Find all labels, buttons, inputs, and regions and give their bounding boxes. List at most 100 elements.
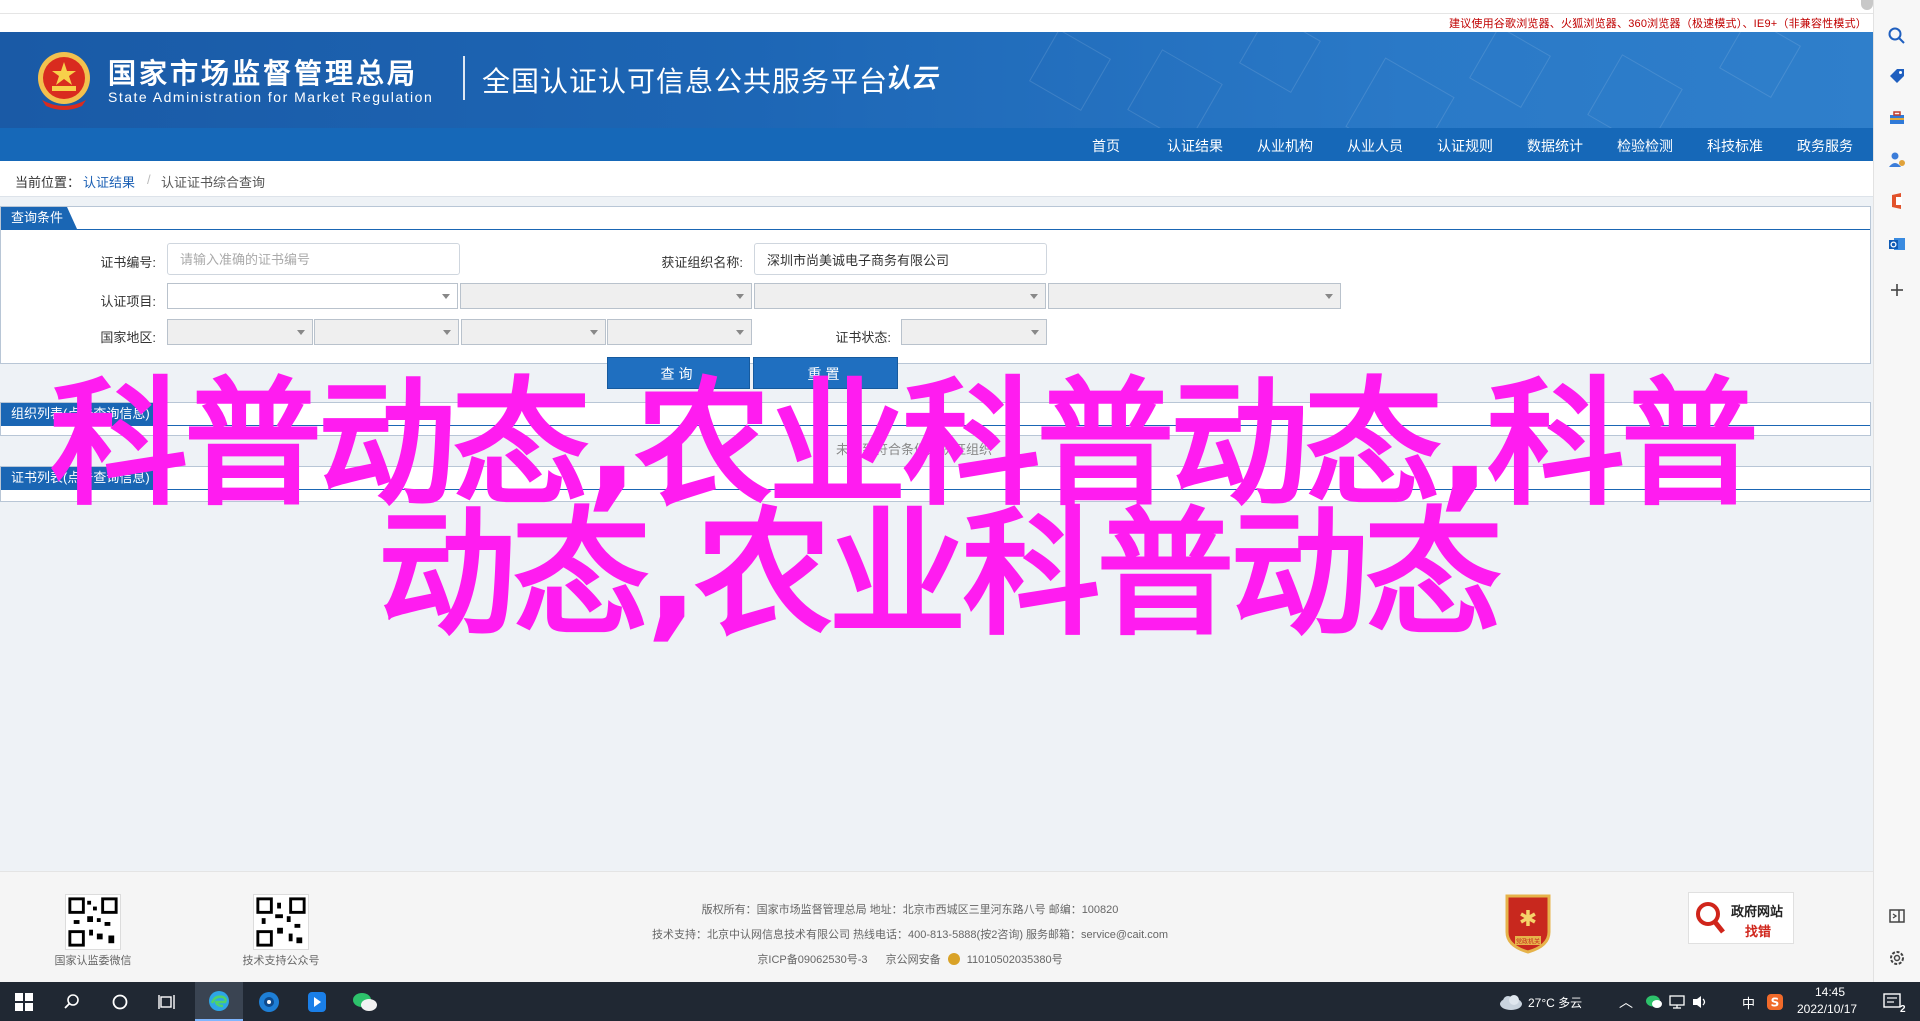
panel-rule	[1, 229, 1870, 230]
edge-browser-icon	[209, 990, 229, 1011]
taskbar-app-2[interactable]	[245, 982, 293, 1021]
tray-expand-icon[interactable]: ︿	[1619, 992, 1633, 1012]
org-name-label: 获证组织名称:	[661, 255, 743, 270]
nav-item-gov-services[interactable]: 政务服务	[1797, 136, 1853, 156]
wechat-tray-icon[interactable]	[1645, 994, 1663, 1010]
decorative-hexagon	[1469, 32, 1551, 108]
scrollbar-cap[interactable]	[1861, 0, 1873, 10]
nav-item-cert-rules[interactable]: 认证规则	[1437, 136, 1493, 156]
weather-text[interactable]: 27°C 多云	[1528, 994, 1582, 1011]
qr-left-caption: 国家认监委微信	[54, 955, 132, 967]
site-footer: 国家认监委微信 技术支持公众号 版权所有：国家市场监督管理总局 地址：北京市西城…	[0, 871, 1873, 982]
cert-list-panel-tab: 证书列表(点击查询信息)	[1, 467, 164, 489]
taskbar-edge-app[interactable]	[195, 982, 243, 1021]
nav-item-institutions[interactable]: 从业机构	[1257, 136, 1313, 156]
ime-indicator[interactable]: 中	[1742, 993, 1755, 1012]
svg-text:✱: ✱	[1519, 907, 1537, 932]
svg-text:S: S	[1771, 996, 1780, 1010]
nav-item-inspection[interactable]: 检验检测	[1617, 136, 1673, 156]
icp-link[interactable]: 京ICP备09062530号-3	[757, 954, 867, 966]
notification-count-badge: 2	[1900, 1004, 1906, 1015]
add-icon[interactable]	[1887, 280, 1907, 300]
site-header-banner: 国家市场监督管理总局 State Administration for Mark…	[0, 32, 1873, 128]
network-icon[interactable]	[1668, 994, 1686, 1010]
org-name-input[interactable]	[754, 243, 1047, 275]
windows-logo-icon	[15, 992, 33, 1011]
breadcrumb-link-cert-results[interactable]: 认证结果	[83, 172, 135, 191]
gov-badge-line1: 政府网站	[1731, 904, 1784, 919]
police-link[interactable]: 11010502035380号	[967, 954, 1063, 966]
tag-icon[interactable]	[1887, 66, 1907, 86]
cert-status-label: 证书状态:	[835, 330, 891, 345]
platform-logo: 认云	[885, 64, 938, 94]
cert-item-select-2[interactable]	[460, 283, 752, 309]
breadcrumb-separator: /	[147, 172, 151, 187]
search-icon[interactable]	[1887, 26, 1907, 46]
chevron-down-icon	[443, 330, 451, 335]
person-icon[interactable]	[1887, 150, 1907, 170]
gov-site-error-badge[interactable]: 政府网站 找错	[1688, 892, 1794, 944]
region-select-4[interactable]	[607, 319, 752, 345]
office-icon[interactable]	[1887, 191, 1907, 211]
clock-time[interactable]: 14:45	[1815, 985, 1845, 999]
region-select-2[interactable]	[314, 319, 459, 345]
footer-copyright: 版权所有：国家市场监督管理总局 地址：北京市西城区三里河东路八号 邮编：1008…	[701, 904, 1119, 916]
nav-item-personnel[interactable]: 从业人员	[1347, 136, 1403, 156]
qr-code-icon	[253, 894, 309, 950]
magnifier-icon	[1696, 902, 1725, 934]
task-view-icon	[158, 994, 175, 1009]
browser-globe-icon	[259, 991, 279, 1012]
task-view-button[interactable]	[144, 982, 192, 1021]
nav-item-home[interactable]: 首页	[1092, 136, 1120, 156]
chevron-down-icon	[1031, 330, 1039, 335]
query-panel-tab: 查询条件	[1, 207, 77, 229]
query-panel: 查询条件 证书编号: 获证组织名称: 认证项目: 国家地区: 证书状态: 查询 …	[0, 206, 1871, 389]
party-badge-text: 党政机关	[1516, 938, 1540, 946]
gov-badge-line2: 找错	[1745, 924, 1772, 939]
browser-top-edge	[0, 0, 1873, 14]
nav-item-standards[interactable]: 科技标准	[1707, 136, 1763, 156]
cert-item-label: 认证项目:	[100, 294, 156, 309]
nav-item-statistics[interactable]: 数据统计	[1527, 136, 1583, 156]
toolbox-icon[interactable]	[1887, 108, 1907, 128]
taskbar-app-3[interactable]	[293, 982, 341, 1021]
sogou-ime-icon[interactable]: S	[1766, 993, 1784, 1011]
app-arrow-icon	[308, 991, 326, 1012]
start-button[interactable]	[0, 982, 48, 1021]
cert-item-select-3[interactable]	[754, 283, 1046, 309]
cert-item-select-1[interactable]	[167, 283, 458, 309]
region-select-3[interactable]	[461, 319, 606, 345]
org-name-cn: 国家市场监督管理总局	[108, 57, 419, 90]
panel-icon[interactable]	[1887, 906, 1907, 926]
main-nav: 首页 认证结果 从业机构 从业人员 认证规则 数据统计 检验检测 科技标准 政务…	[0, 128, 1873, 161]
taskbar-search-button[interactable]	[48, 982, 96, 1021]
search-icon	[64, 993, 79, 1009]
cert-item-select-4[interactable]	[1048, 283, 1341, 309]
cert-status-select[interactable]	[901, 319, 1047, 345]
org-name-en: State Administration for Market Regulati…	[108, 89, 434, 105]
volume-icon[interactable]	[1691, 994, 1709, 1010]
panel-rule	[1, 489, 1870, 490]
reset-button[interactable]: 重置	[753, 357, 898, 389]
chevron-down-icon	[1325, 294, 1333, 299]
browser-notice-text: 建议使用谷歌浏览器、火狐浏览器、360浏览器（极速模式）、IE9+（非兼容性模式…	[1449, 18, 1867, 30]
outlook-icon[interactable]	[1887, 234, 1907, 254]
chevron-down-icon	[590, 330, 598, 335]
header-divider	[463, 56, 465, 100]
settings-icon[interactable]	[1887, 948, 1907, 968]
cert-no-input[interactable]	[167, 243, 460, 275]
region-select-1[interactable]	[167, 319, 313, 345]
chevron-down-icon	[297, 330, 305, 335]
cortana-button[interactable]	[96, 982, 144, 1021]
party-gov-badge-icon[interactable]: 党政机关 ✱	[1503, 892, 1553, 954]
query-button[interactable]: 查询	[607, 357, 750, 389]
taskbar-wechat-app[interactable]	[341, 982, 389, 1021]
nav-item-cert-results[interactable]: 认证结果	[1167, 136, 1223, 156]
clock-date[interactable]: 2022/10/17	[1797, 1002, 1857, 1016]
decorative-hexagon	[1029, 32, 1111, 111]
chevron-down-icon	[1030, 294, 1038, 299]
breadcrumb-current: 认证证书综合查询	[161, 175, 266, 190]
org-list-panel: 组织列表(点击查询信息)	[0, 402, 1871, 436]
cert-no-label: 证书编号:	[100, 255, 156, 270]
decorative-hexagon	[1587, 54, 1683, 128]
